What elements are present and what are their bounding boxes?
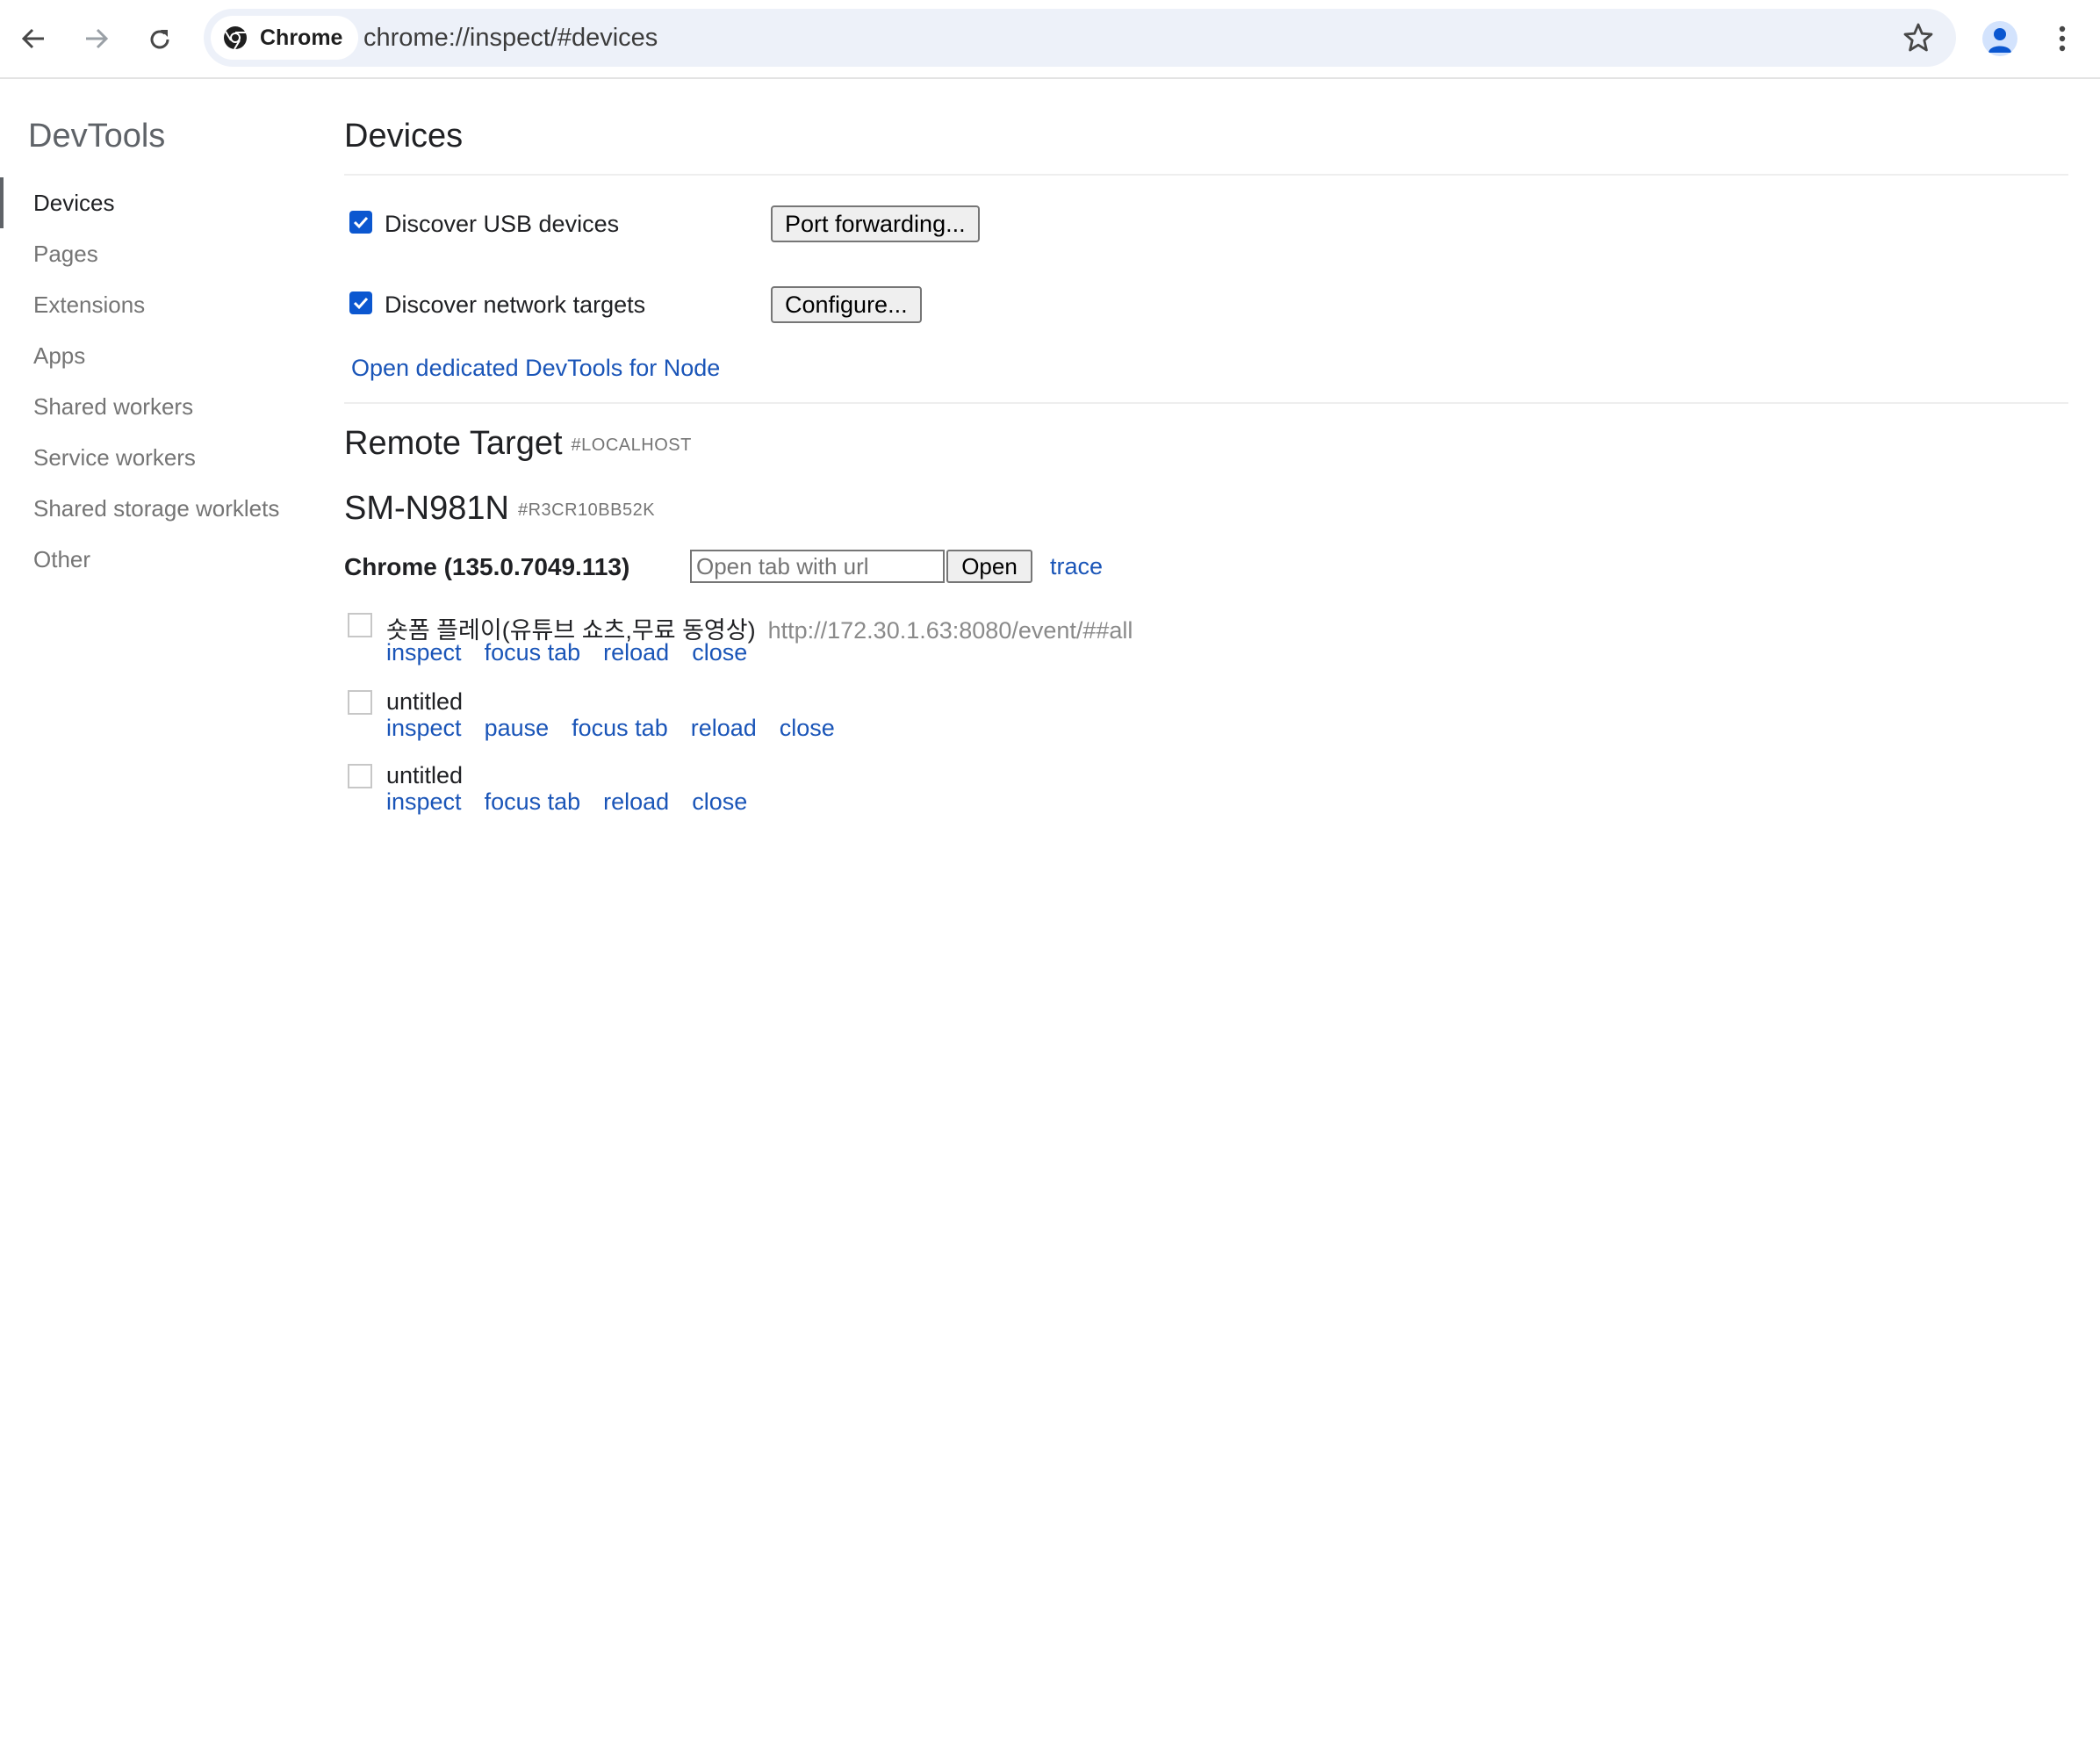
focus-tab-link[interactable]: focus tab <box>485 788 581 815</box>
configure-button[interactable]: Configure... <box>771 286 922 323</box>
sidebar-item-apps[interactable]: Apps <box>0 330 316 381</box>
port-forwarding-button[interactable]: Port forwarding... <box>771 205 980 242</box>
site-chip-label: Chrome <box>260 25 343 50</box>
focus-tab-link[interactable]: focus tab <box>485 639 581 666</box>
inspect-link[interactable]: inspect <box>386 715 462 741</box>
target-actions: inspect focus tab reload close <box>386 639 770 666</box>
pause-link[interactable]: pause <box>485 715 550 741</box>
sidebar-title: DevTools <box>28 118 166 155</box>
browser-version: Chrome (135.0.7049.113) <box>344 553 630 580</box>
more-vert-icon <box>2059 25 2066 52</box>
sidebar-item-extensions[interactable]: Extensions <box>0 279 316 330</box>
open-tab-url-input[interactable] <box>690 550 945 583</box>
device-name: SM-N981N <box>344 490 509 527</box>
target-title-line: untitled <box>386 688 463 716</box>
url-text[interactable]: chrome://inspect/#devices <box>363 9 658 67</box>
discover-usb-checkbox[interactable] <box>349 211 372 234</box>
browser-toolbar: Chrome chrome://inspect/#devices <box>0 0 2100 79</box>
discover-network-label: Discover network targets <box>385 292 646 318</box>
page-title: Devices <box>344 118 464 155</box>
discover-usb-label: Discover USB devices <box>385 211 620 237</box>
target-checkbox[interactable] <box>348 613 372 637</box>
site-chip[interactable]: Chrome <box>211 16 359 60</box>
device-heading: SM-N981N #R3CR10BB52K <box>344 490 655 528</box>
menu-button[interactable] <box>2049 18 2075 60</box>
target-actions: inspect focus tab reload close <box>386 788 770 816</box>
target-actions: inspect pause focus tab reload close <box>386 715 858 742</box>
open-node-devtools-link[interactable]: Open dedicated DevTools for Node <box>351 355 720 382</box>
target-title: untitled <box>386 762 464 788</box>
remote-target-heading: Remote Target #LOCALHOST <box>344 425 692 463</box>
sidebar-item-other[interactable]: Other <box>0 534 316 585</box>
close-link[interactable]: close <box>780 715 835 741</box>
sidebar-item-shared-workers[interactable]: Shared workers <box>0 381 316 432</box>
chrome-logo-icon <box>224 26 247 50</box>
target-title-line: untitled <box>386 762 463 789</box>
remote-target-title: Remote Target <box>344 425 563 462</box>
sidebar-nav: Devices Pages Extensions Apps Shared wor… <box>0 177 316 585</box>
sidebar-item-shared-storage-worklets[interactable]: Shared storage worklets <box>0 483 316 534</box>
reload-icon <box>150 30 169 49</box>
target-item: untitled inspect focus tab reload close <box>346 760 1575 832</box>
target-checkbox[interactable] <box>348 690 372 715</box>
device-serial: #R3CR10BB52K <box>517 500 656 520</box>
discover-network-checkbox[interactable] <box>349 292 372 314</box>
profile-avatar[interactable] <box>1982 21 2017 56</box>
bookmark-star-icon[interactable] <box>1902 21 1935 54</box>
focus-tab-link[interactable]: focus tab <box>572 715 668 741</box>
reload-link[interactable]: reload <box>603 788 669 815</box>
target-checkbox[interactable] <box>348 764 372 788</box>
arrow-left-icon <box>21 28 44 49</box>
inspect-link[interactable]: inspect <box>386 788 462 815</box>
checkmark-icon <box>353 216 369 229</box>
target-item: 숏폼 플레이(유튜브 쇼츠,무료 동영상) http://172.30.1.63:… <box>346 609 1575 681</box>
arrow-right-icon <box>86 28 109 49</box>
close-link[interactable]: close <box>692 639 747 666</box>
back-button[interactable] <box>11 18 54 60</box>
open-tab-button[interactable]: Open <box>946 550 1032 583</box>
forward-button[interactable] <box>74 18 118 60</box>
sidebar-item-pages[interactable]: Pages <box>0 228 316 279</box>
trace-link[interactable]: trace <box>1050 553 1103 580</box>
close-link[interactable]: close <box>692 788 747 815</box>
person-icon <box>1989 28 2011 53</box>
remote-target-tag: #LOCALHOST <box>571 435 692 455</box>
checkmark-icon <box>353 297 369 310</box>
divider <box>344 402 2068 404</box>
target-title: untitled <box>386 688 464 715</box>
sidebar-item-service-workers[interactable]: Service workers <box>0 432 316 483</box>
reload-link[interactable]: reload <box>603 639 669 666</box>
reload-link[interactable]: reload <box>691 715 757 741</box>
address-bar[interactable]: Chrome chrome://inspect/#devices <box>204 9 1956 67</box>
target-url: http://172.30.1.63:8080/event/##all <box>767 617 1133 644</box>
sidebar-item-devices[interactable]: Devices <box>0 177 316 228</box>
target-item: untitled inspect pause focus tab reload clos… <box>346 687 1575 759</box>
reload-button[interactable] <box>137 18 181 60</box>
divider <box>344 174 2068 176</box>
inspect-link[interactable]: inspect <box>386 639 462 666</box>
